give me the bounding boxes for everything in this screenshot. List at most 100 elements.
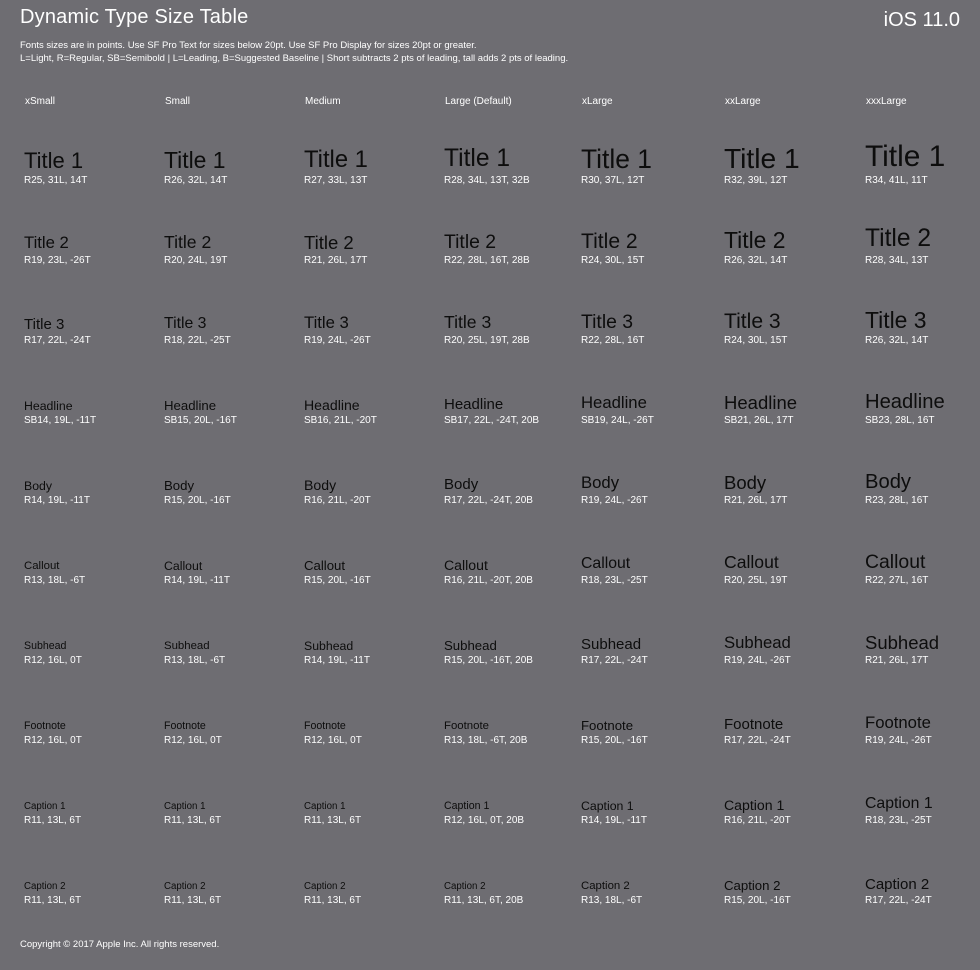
style-name: Title 3 [724, 309, 781, 333]
style-name: Body [581, 473, 620, 493]
cell-footnote-medium: Footnote R12, 16L, 0T [304, 721, 362, 747]
style-spec: R11, 13L, 6T [164, 895, 222, 907]
cell-footnote-xxxlarge: Footnote R19, 24L, -26T [865, 715, 932, 747]
style-name: Caption 2 [304, 881, 346, 893]
page-title: Dynamic Type Size Table [20, 6, 249, 28]
style-spec: R11, 13L, 6T [304, 815, 362, 827]
column-header-large-default: Large (Default) [445, 96, 512, 107]
style-name: Caption 2 [865, 876, 930, 894]
style-spec: R23, 28L, 16T [865, 494, 929, 506]
cell-body-xxlarge: Body R21, 26L, 17T [724, 473, 788, 508]
notes: Fonts sizes are in points. Use SF Pro Te… [20, 39, 568, 65]
style-name: Subhead [304, 638, 354, 653]
style-spec: R19, 24L, -26T [724, 654, 791, 666]
copyright: Copyright © 2017 Apple Inc. All rights r… [20, 939, 220, 950]
cell-headline-medium: Headline SB16, 21L, -20T [304, 398, 377, 427]
style-spec: R13, 18L, -6T [24, 574, 86, 586]
style-name: Body [444, 476, 479, 494]
cell-title-3-large-default: Title 3 R20, 25L, 19T, 28B [444, 314, 530, 347]
style-spec: R16, 21L, -20T [724, 815, 791, 826]
cell-headline-xlarge: Headline SB19, 24L, -26T [581, 395, 654, 427]
style-spec: R15, 20L, -16T [304, 575, 371, 586]
style-name: Title 2 [164, 232, 212, 253]
cell-callout-xsmall: Callout R13, 18L, -6T [24, 560, 86, 587]
cell-subhead-xlarge: Subhead R17, 22L, -24T [581, 637, 648, 667]
style-name: Footnote [164, 720, 206, 733]
style-spec: R21, 26L, 17T [304, 255, 368, 267]
style-spec: R19, 24L, -26T [581, 494, 648, 506]
style-name: Title 3 [581, 310, 634, 333]
notes-line-sizes: Fonts sizes are in points. Use SF Pro Te… [20, 40, 477, 51]
style-spec: R15, 20L, -16T, 20B [444, 655, 533, 666]
cell-callout-xxlarge: Callout R20, 25L, 19T [724, 554, 787, 587]
cell-title-2-xsmall: Title 2 R19, 23L, -26T [24, 235, 91, 267]
cell-caption-1-xxlarge: Caption 1 R16, 21L, -20T [724, 798, 791, 827]
style-name: Subhead [581, 636, 642, 654]
style-name: Caption 1 [164, 801, 206, 813]
cell-subhead-xxlarge: Subhead R19, 24L, -26T [724, 635, 791, 667]
cell-caption-1-medium: Caption 1 R11, 13L, 6T [304, 802, 361, 827]
style-spec: R18, 22L, -25T [164, 334, 231, 346]
cell-footnote-small: Footnote R12, 16L, 0T [164, 721, 222, 747]
style-spec: SB21, 26L, 17T [724, 415, 794, 427]
style-spec: R11, 13L, 6T [164, 815, 222, 827]
style-name: Caption 1 [444, 800, 490, 813]
style-spec: SB14, 19L, -11T [24, 414, 97, 426]
style-name: Footnote [24, 720, 66, 733]
cell-body-xlarge: Body R19, 24L, -26T [581, 475, 648, 507]
cell-title-2-xxlarge: Title 2 R26, 32L, 14T [724, 229, 787, 267]
style-spec: R17, 22L, -24T [24, 335, 91, 347]
style-spec: R11, 13L, 6T [304, 895, 362, 907]
style-name: Callout [164, 558, 203, 573]
cell-title-3-xlarge: Title 3 R22, 28L, 16T [581, 310, 645, 347]
style-name: Caption 2 [444, 881, 486, 893]
style-spec: R15, 20L, -16T [581, 735, 648, 746]
cell-callout-small: Callout R14, 19L, -11T [164, 558, 230, 587]
style-spec: R11, 13L, 6T [24, 895, 82, 907]
style-spec: R17, 22L, -24T, 20B [444, 495, 533, 507]
style-spec: R17, 22L, -24T [724, 735, 791, 747]
cell-title-1-xxxlarge: Title 1 R34, 41L, 11T [865, 142, 945, 187]
cell-body-xxxlarge: Body R23, 28L, 16T [865, 472, 928, 507]
style-name: Title 2 [865, 225, 932, 253]
cell-headline-small: Headline SB15, 20L, -16T [164, 399, 237, 427]
style-name: Callout [304, 557, 346, 573]
style-name: Footnote [304, 720, 346, 733]
style-name: Caption 1 [865, 795, 933, 813]
style-spec: R30, 37L, 12T [581, 175, 645, 186]
style-name: Title 2 [304, 231, 354, 253]
ios-version-label: iOS 11.0 [883, 9, 960, 31]
style-name: Callout [724, 552, 779, 573]
style-spec: R12, 16L, 0T, 20B [444, 815, 525, 827]
style-spec: R20, 24L, 19T [164, 254, 228, 266]
style-name: Title 1 [865, 140, 946, 174]
style-spec: R13, 18L, -6T, 20B [444, 734, 528, 746]
style-spec: R25, 31L, 14T [24, 175, 88, 186]
style-name: Footnote [724, 716, 784, 734]
style-spec: R26, 32L, 14T [164, 175, 228, 187]
style-name: Caption 1 [724, 796, 785, 813]
style-name: Caption 1 [581, 798, 634, 813]
cell-subhead-medium: Subhead R14, 19L, -11T [304, 638, 370, 667]
cell-caption-1-xsmall: Caption 1 R11, 13L, 6T [24, 802, 81, 827]
style-name: Headline [581, 393, 647, 413]
cell-subhead-xsmall: Subhead R12, 16L, 0T [24, 641, 82, 667]
style-name: Title 1 [24, 148, 84, 173]
cell-subhead-small: Subhead R13, 18L, -6T [164, 640, 225, 667]
cell-caption-2-medium: Caption 2 R11, 13L, 6T [304, 882, 361, 907]
style-spec: R15, 20L, -16T [724, 895, 791, 906]
style-name: Headline [164, 397, 217, 413]
style-spec: R20, 25L, 19T, 28B [444, 334, 530, 346]
cell-caption-2-small: Caption 2 R11, 13L, 6T [164, 882, 221, 907]
cell-title-2-medium: Title 2 R21, 26L, 17T [304, 231, 368, 268]
style-spec: R21, 26L, 17T [724, 495, 788, 507]
style-name: Caption 2 [24, 881, 66, 893]
style-name: Title 3 [164, 315, 207, 333]
cell-footnote-xsmall: Footnote R12, 16L, 0T [24, 721, 82, 747]
style-spec: SB19, 24L, -26T [581, 414, 654, 426]
column-header-small: Small [165, 96, 191, 107]
style-spec: SB15, 20L, -16T [164, 415, 237, 426]
style-name: Callout [865, 550, 926, 573]
cell-caption-2-xsmall: Caption 2 R11, 13L, 6T [24, 882, 81, 907]
style-spec: R22, 28L, 16T [581, 335, 645, 347]
